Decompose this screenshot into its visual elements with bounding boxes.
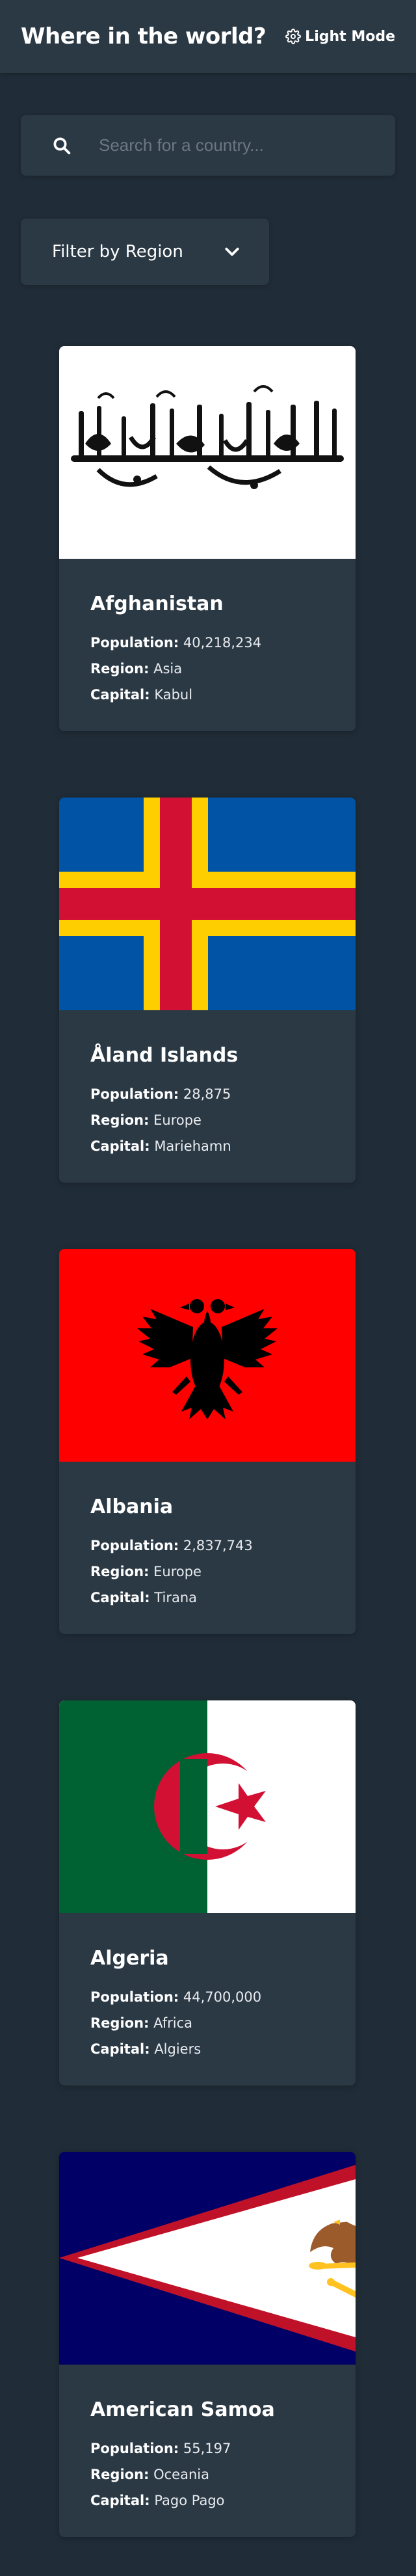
capital-value: Algiers bbox=[154, 2041, 202, 2057]
population-label: Population: bbox=[90, 1086, 179, 1102]
search-input[interactable] bbox=[99, 115, 385, 176]
region-value: Africa bbox=[153, 2015, 193, 2031]
search-icon bbox=[52, 136, 72, 155]
population-value: 2,837,743 bbox=[183, 1538, 253, 1553]
region-value: Europe bbox=[153, 1564, 202, 1579]
region-row: Region: Asia bbox=[90, 660, 182, 678]
region-value: Oceania bbox=[153, 2467, 209, 2482]
capital-label: Capital: bbox=[90, 2493, 150, 2508]
population-row: Population: 40,218,234 bbox=[90, 634, 261, 652]
capital-row: Capital: Kabul bbox=[90, 686, 192, 704]
albania-flag bbox=[59, 1249, 356, 1462]
country-card[interactable]: Albania Population: 2,837,743 Region: Eu… bbox=[59, 1249, 356, 1634]
population-row: Population: 2,837,743 bbox=[90, 1536, 253, 1555]
population-row: Population: 28,875 bbox=[90, 1085, 231, 1103]
theme-toggle-button[interactable]: Light Mode bbox=[285, 26, 395, 47]
country-name: Algeria bbox=[90, 1947, 169, 1970]
region-label: Region: bbox=[90, 661, 150, 677]
app-header: Where in the world? Light Mode bbox=[0, 0, 416, 73]
country-name: American Samoa bbox=[90, 2398, 275, 2421]
capital-row: Capital: Pago Pago bbox=[90, 2491, 225, 2510]
region-row: Region: Europe bbox=[90, 1563, 202, 1581]
chevron-down-icon bbox=[222, 242, 242, 262]
region-row: Region: Africa bbox=[90, 2014, 192, 2032]
capital-row: Capital: Mariehamn bbox=[90, 1137, 231, 1155]
region-filter-dropdown[interactable]: Filter by Region bbox=[21, 219, 269, 285]
population-label: Population: bbox=[90, 1989, 179, 2005]
region-value: Europe bbox=[153, 1112, 202, 1128]
region-label: Region: bbox=[90, 2015, 150, 2031]
gear-icon bbox=[285, 29, 302, 44]
capital-row: Capital: Algiers bbox=[90, 2040, 201, 2058]
population-label: Population: bbox=[90, 1538, 179, 1553]
capital-value: Kabul bbox=[154, 687, 193, 703]
afghanistan-flag bbox=[59, 346, 356, 559]
population-row: Population: 44,700,000 bbox=[90, 1988, 261, 2006]
search-box bbox=[21, 115, 395, 176]
region-row: Region: Oceania bbox=[90, 2465, 209, 2484]
country-name: Åland Islands bbox=[90, 1044, 239, 1067]
region-label: Region: bbox=[90, 2467, 150, 2482]
capital-row: Capital: Tirana bbox=[90, 1589, 197, 1607]
country-card[interactable]: American Samoa Population: 55,197 Region… bbox=[59, 2152, 356, 2537]
region-label: Region: bbox=[90, 1564, 150, 1579]
country-card[interactable]: Algeria Population: 44,700,000 Region: A… bbox=[59, 1700, 356, 2086]
capital-value: Pago Pago bbox=[154, 2493, 225, 2508]
country-card[interactable]: Åland Islands Population: 28,875 Region:… bbox=[59, 798, 356, 1183]
population-label: Population: bbox=[90, 635, 179, 651]
capital-label: Capital: bbox=[90, 687, 150, 703]
algeria-flag bbox=[59, 1700, 356, 1913]
aland-islands-flag bbox=[59, 798, 356, 1010]
region-filter-label: Filter by Region bbox=[52, 242, 183, 262]
app-title: Where in the world? bbox=[21, 23, 266, 49]
capital-value: Tirana bbox=[154, 1590, 198, 1605]
population-row: Population: 55,197 bbox=[90, 2439, 231, 2458]
american-samoa-flag bbox=[59, 2152, 356, 2365]
region-value: Asia bbox=[153, 661, 183, 677]
region-row: Region: Europe bbox=[90, 1111, 202, 1129]
theme-toggle-label: Light Mode bbox=[305, 28, 395, 45]
capital-label: Capital: bbox=[90, 2041, 150, 2057]
capital-label: Capital: bbox=[90, 1138, 150, 1154]
population-value: 40,218,234 bbox=[183, 635, 262, 651]
capital-value: Mariehamn bbox=[154, 1138, 231, 1154]
capital-label: Capital: bbox=[90, 1590, 150, 1605]
region-label: Region: bbox=[90, 1112, 150, 1128]
population-value: 55,197 bbox=[183, 2441, 231, 2456]
country-name: Afghanistan bbox=[90, 593, 224, 615]
population-value: 28,875 bbox=[183, 1086, 231, 1102]
population-value: 44,700,000 bbox=[183, 1989, 262, 2005]
country-name: Albania bbox=[90, 1496, 174, 1518]
country-card[interactable]: Afghanistan Population: 40,218,234 Regio… bbox=[59, 346, 356, 731]
population-label: Population: bbox=[90, 2441, 179, 2456]
